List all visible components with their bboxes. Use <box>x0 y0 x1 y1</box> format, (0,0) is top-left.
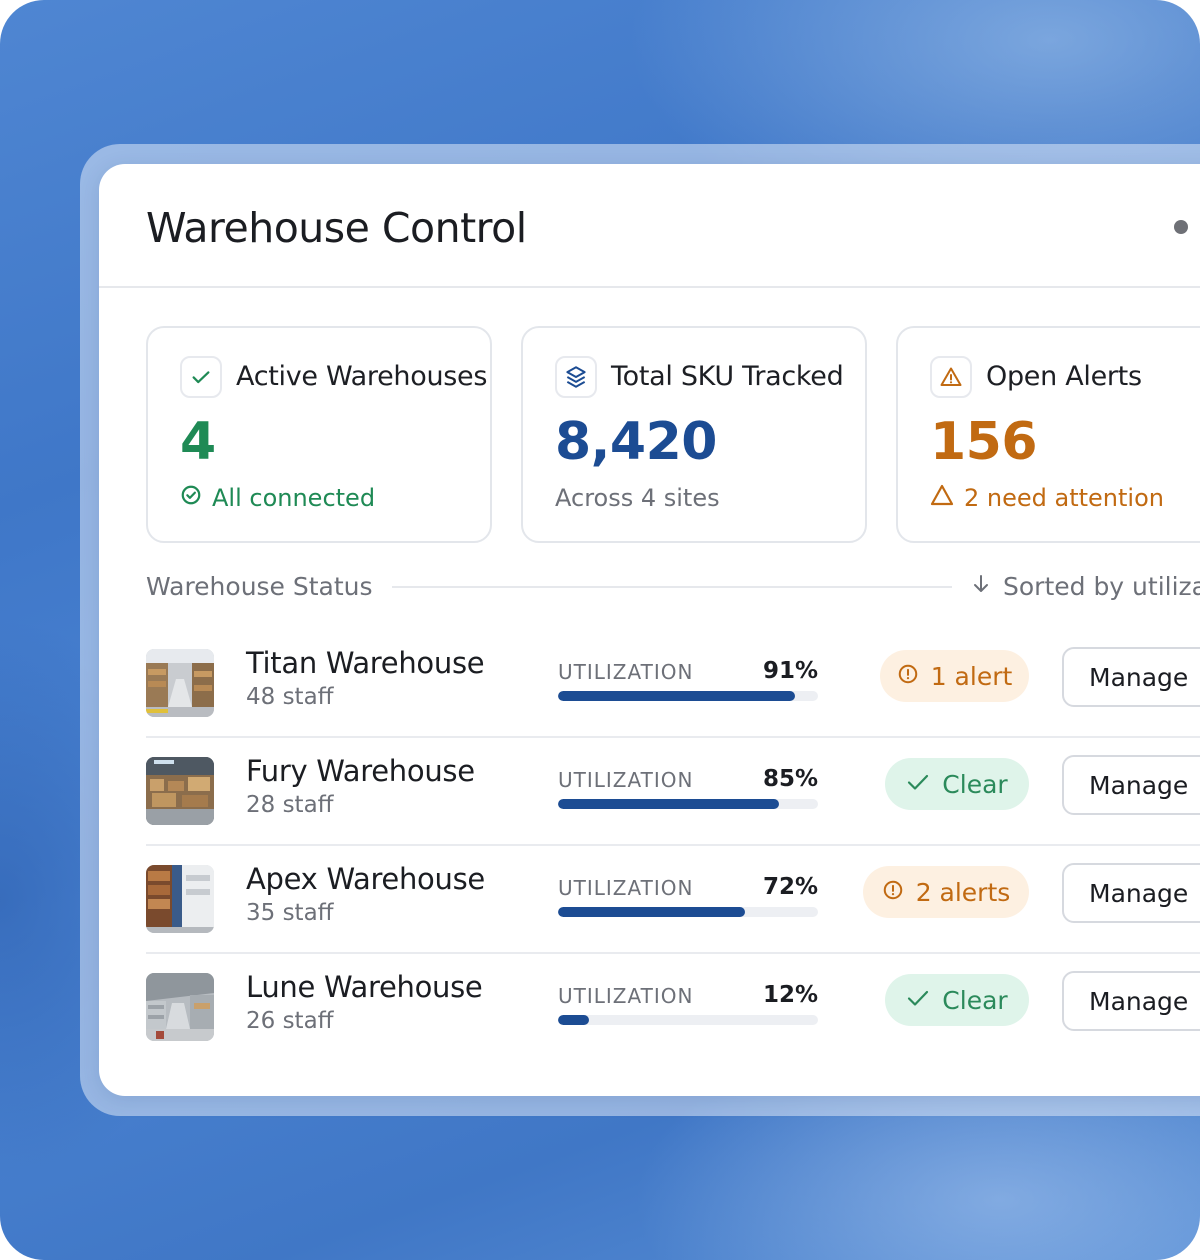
warehouse-staff: 26 staff <box>246 1008 334 1034</box>
status-text: Clear <box>942 985 1008 1015</box>
status-badge: Clear <box>885 974 1029 1026</box>
warehouse-thumbnail <box>146 865 214 933</box>
check-circle-icon <box>180 484 202 512</box>
utilization-label: UTILIZATION <box>558 984 694 1008</box>
arrow-down-icon <box>971 572 991 601</box>
warehouse-staff: 35 staff <box>246 900 334 926</box>
status-text: 2 alerts <box>915 877 1011 907</box>
warehouse-name: Titan Warehouse <box>246 646 485 680</box>
status-badge: 2 alerts <box>863 866 1029 918</box>
alert-circle-icon <box>882 878 904 907</box>
stat-label: Total SKU Tracked <box>611 361 844 392</box>
manage-button[interactable]: Manage <box>1062 971 1200 1031</box>
stat-sub-text: Across 4 sites <box>555 484 720 512</box>
alert-circle-icon <box>897 662 919 691</box>
stat-sub: Across 4 sites <box>555 484 720 512</box>
stat-card-open-alerts: Open Alerts 156 2 need attention <box>896 326 1200 543</box>
menu-dot-icon[interactable] <box>1174 220 1188 234</box>
warehouse-staff: 48 staff <box>246 684 334 710</box>
check-icon <box>906 770 930 799</box>
stat-value: 156 <box>930 412 1038 472</box>
stat-sub: All connected <box>180 484 375 512</box>
table-row: Titan Warehouse 48 staff UTILIZATION 91%… <box>146 630 1200 738</box>
utilization-percent: 85% <box>762 766 818 792</box>
warehouse-thumbnail <box>146 649 214 717</box>
stat-sub: 2 need attention <box>930 484 1164 512</box>
section-divider <box>392 586 952 588</box>
manage-button[interactable]: Manage <box>1062 647 1200 707</box>
stat-sub-text: 2 need attention <box>964 484 1164 512</box>
warehouse-name: Lune Warehouse <box>246 970 483 1004</box>
utilization-bar <box>558 907 818 917</box>
utilization-percent: 12% <box>762 982 818 1008</box>
utilization-label: UTILIZATION <box>558 660 694 684</box>
layers-icon <box>555 356 597 398</box>
utilization-bar-fill <box>558 691 795 701</box>
warehouse-thumbnail <box>146 973 214 1041</box>
check-icon <box>180 356 222 398</box>
stat-label: Open Alerts <box>986 361 1142 392</box>
stat-sub-text: All connected <box>212 484 376 512</box>
manage-button[interactable]: Manage <box>1062 863 1200 923</box>
table-row: Fury Warehouse 28 staff UTILIZATION 85% … <box>146 738 1200 846</box>
utilization-bar <box>558 1015 818 1025</box>
table-row: Lune Warehouse 26 staff UTILIZATION 12% … <box>146 954 1200 1062</box>
utilization-bar <box>558 799 818 809</box>
utilization-percent: 72% <box>762 874 818 900</box>
utilization-bar <box>558 691 818 701</box>
warehouse-staff: 28 staff <box>246 792 334 818</box>
sort-label: Sorted by utilizat <box>1003 572 1200 601</box>
sort-control[interactable]: Sorted by utilizat <box>971 572 1200 601</box>
page-title: Warehouse Control <box>146 204 527 252</box>
utilization-bar-fill <box>558 907 746 917</box>
stat-label: Active Warehouses <box>236 361 488 392</box>
section-title: Warehouse Status <box>146 572 373 601</box>
utilization-bar-fill <box>558 1015 590 1025</box>
status-badge: Clear <box>885 758 1029 810</box>
warning-triangle-icon <box>930 484 954 512</box>
utilization-label: UTILIZATION <box>558 768 694 792</box>
status-badge: 1 alert <box>880 650 1029 702</box>
warehouse-name: Apex Warehouse <box>246 862 485 896</box>
status-text: Clear <box>942 769 1008 799</box>
header: Warehouse Control <box>99 164 1200 288</box>
table-row: Apex Warehouse 35 staff UTILIZATION 72% … <box>146 846 1200 954</box>
warehouse-name: Fury Warehouse <box>246 754 475 788</box>
manage-button[interactable]: Manage <box>1062 755 1200 815</box>
stat-value: 4 <box>180 412 216 472</box>
stat-card-active-warehouses: Active Warehouses 4 All connected <box>146 326 492 543</box>
warning-triangle-icon <box>930 356 972 398</box>
dashboard-card: Warehouse Control Active Warehouses 4 Al… <box>99 164 1200 1096</box>
stat-value: 8,420 <box>555 412 717 472</box>
utilization-percent: 91% <box>762 658 818 684</box>
utilization-bar-fill <box>558 799 779 809</box>
stat-card-total-sku: Total SKU Tracked 8,420 Across 4 sites <box>521 326 867 543</box>
status-text: 1 alert <box>930 661 1013 691</box>
warehouse-thumbnail <box>146 757 214 825</box>
utilization-label: UTILIZATION <box>558 876 694 900</box>
check-icon <box>906 986 930 1015</box>
